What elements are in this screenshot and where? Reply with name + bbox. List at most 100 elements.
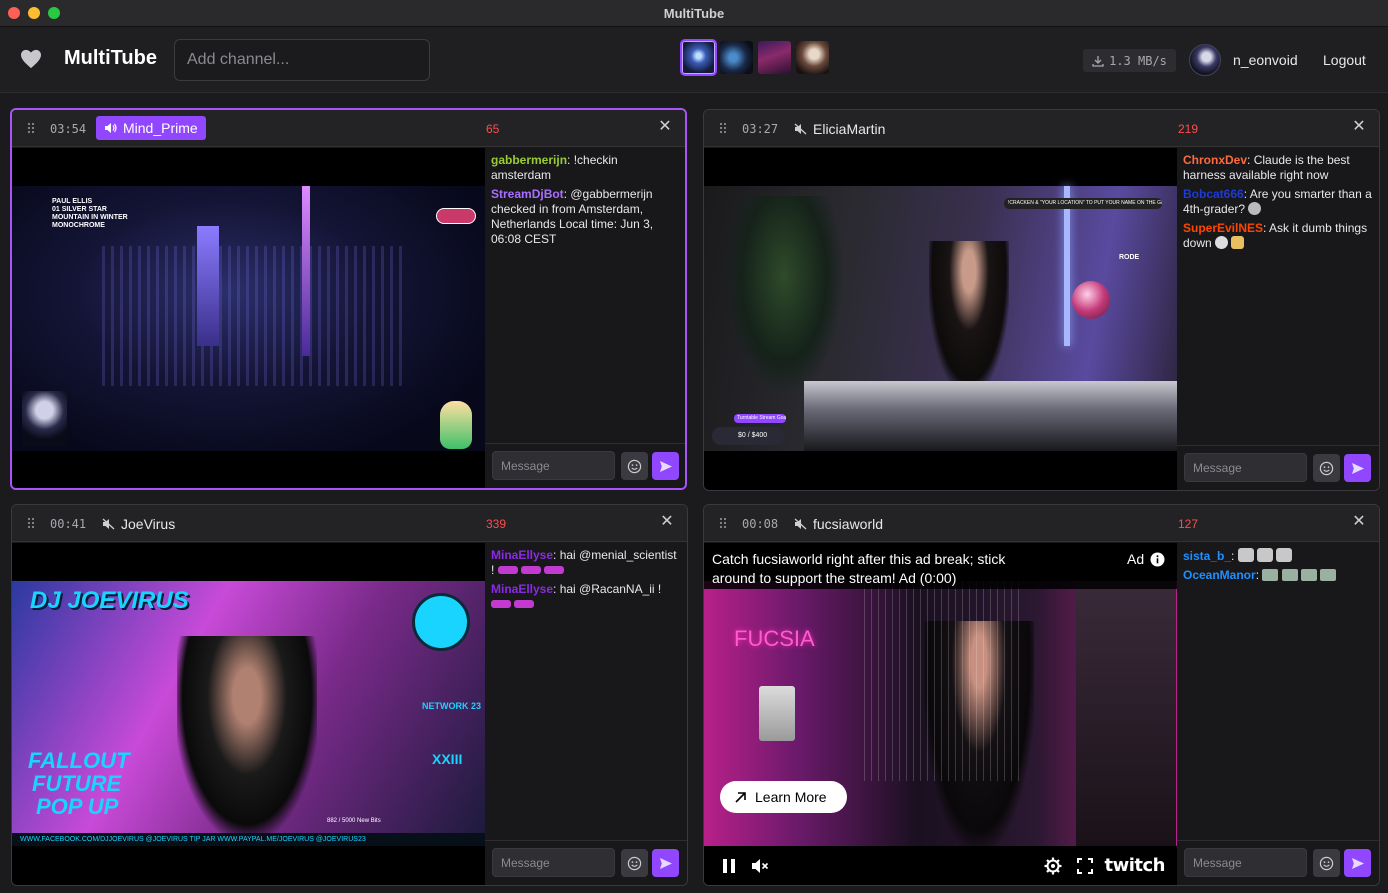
volume-on-icon[interactable]	[104, 122, 117, 134]
streamer-figure	[177, 636, 317, 836]
close-panel-button[interactable]: ✕	[659, 514, 675, 530]
volume-muted-icon[interactable]	[794, 123, 807, 135]
viewer-count: 219	[1178, 122, 1199, 136]
close-window-button[interactable]	[8, 7, 20, 19]
chat-footer	[1177, 840, 1379, 885]
elapsed-time: 03:27	[742, 122, 779, 136]
channel-name-tag[interactable]: Mind_Prime	[96, 116, 206, 140]
send-button[interactable]	[1344, 849, 1371, 877]
transfer-rate-value: 1.3 MB/s	[1109, 53, 1167, 68]
emote-icon	[491, 600, 511, 608]
chat-nick[interactable]: MinaEllyse	[491, 582, 553, 596]
emoji-button[interactable]	[621, 849, 648, 877]
chat-nick[interactable]: StreamDjBot	[491, 187, 564, 201]
send-button[interactable]	[1344, 454, 1371, 482]
fullscreen-icon[interactable]	[1076, 857, 1094, 875]
chat-nick[interactable]: Bobcat666	[1183, 187, 1244, 201]
panel-header: 00:08 fucsiaworld 127 ✕	[704, 505, 1379, 542]
chat-nick[interactable]: gabbermerijn	[491, 153, 567, 167]
emote-icon	[1237, 548, 1254, 562]
slogan-line: FUTURE	[32, 771, 122, 796]
chat-nick[interactable]: OceanManor	[1183, 568, 1256, 582]
streamer-avatar	[22, 391, 67, 446]
channel-thumb-eliciamartin[interactable]	[720, 41, 753, 74]
drag-handle-icon[interactable]	[719, 517, 727, 529]
chat-nick[interactable]: MinaEllyse	[491, 548, 553, 562]
channel-thumb-mind-prime[interactable]	[680, 39, 717, 76]
chat-message-input[interactable]	[492, 451, 615, 480]
add-channel-input[interactable]	[174, 39, 430, 81]
maximize-window-button[interactable]	[48, 7, 60, 19]
heart-icon[interactable]	[20, 49, 42, 69]
plant	[724, 196, 844, 396]
close-panel-button[interactable]: ✕	[657, 119, 673, 135]
logout-button[interactable]: Logout	[1323, 52, 1366, 68]
chat-message: MinaEllyse: hai @menial_scientist !	[491, 548, 677, 577]
chat-pane: sista_b_: OceanManor:	[1177, 543, 1379, 885]
ad-notice: Catch fucsiaworld right after this ad br…	[712, 551, 1006, 586]
chat-messages: MinaEllyse: hai @menial_scientist ! Mina…	[485, 543, 687, 621]
pause-icon[interactable]	[720, 857, 738, 875]
video-player[interactable]: !CRACKEN & "YOUR LOCATION" TO PUT YOUR N…	[704, 148, 1177, 490]
settings-gear-icon[interactable]	[1044, 857, 1062, 875]
send-button[interactable]	[652, 849, 679, 877]
channel-thumb-joevirus[interactable]	[758, 41, 791, 74]
np-artist: PAUL ELLIS	[52, 198, 93, 205]
chat-message: ChronxDev: Claude is the best harness av…	[1183, 153, 1350, 182]
emoji-button[interactable]	[621, 452, 648, 480]
username: n_eonvoid	[1233, 52, 1298, 68]
video-frame: !CRACKEN & "YOUR LOCATION" TO PUT YOUR N…	[704, 186, 1177, 451]
mute-icon[interactable]	[751, 857, 769, 875]
channel-thumb-fucsiaworld[interactable]	[796, 41, 829, 74]
drag-handle-icon[interactable]	[27, 122, 35, 134]
emote-icon	[1257, 548, 1274, 562]
viewer-count: 127	[1178, 517, 1199, 531]
close-panel-button[interactable]: ✕	[1351, 119, 1367, 135]
video-player[interactable]: PAUL ELLIS 01 SILVER STAR MOUNTAIN IN WI…	[12, 148, 485, 488]
dj-title: DJ JOEVIRUS	[30, 587, 189, 614]
chat-message: OceanManor:	[1183, 568, 1373, 583]
chat-message: StreamDjBot: @gabbermerijn checked in fr…	[491, 187, 654, 246]
video-frame: DJ JOEVIRUS NETWORK 23 XXIII FALLOUT FUT…	[12, 581, 485, 846]
chat-text: hai @RacanNA_ii !	[559, 582, 662, 596]
chat-message-input[interactable]	[1184, 848, 1307, 877]
send-button[interactable]	[652, 452, 679, 480]
chat-message-input[interactable]	[1184, 453, 1307, 482]
disco-ball	[1072, 281, 1110, 319]
window-controls	[8, 7, 60, 19]
footer-ticker: WWW.FACEBOOK.COM/DJJOEVIRUS @JOEVIRUS TI…	[12, 833, 485, 846]
drag-handle-icon[interactable]	[719, 122, 727, 134]
info-icon[interactable]	[1150, 552, 1165, 567]
drag-handle-icon[interactable]	[27, 517, 35, 529]
avatar[interactable]	[1189, 44, 1221, 76]
emote-icon	[1215, 236, 1229, 249]
chat-nick[interactable]: SuperEvilNES	[1183, 221, 1263, 235]
tower	[197, 226, 219, 346]
external-link-icon	[735, 791, 746, 803]
app-header: MultiTube 1.3 MB/s n_eonvoid Logout	[0, 27, 1388, 93]
np-album: MONOCHROME	[52, 222, 105, 229]
chat-nick[interactable]: sista_b_	[1183, 549, 1231, 563]
smiley-icon	[1319, 461, 1334, 475]
learn-more-button[interactable]: Learn More	[720, 781, 847, 813]
close-panel-button[interactable]: ✕	[1351, 514, 1367, 530]
channel-name-tag[interactable]: EliciaMartin	[794, 120, 885, 137]
channel-name-tag[interactable]: JoeVirus	[102, 515, 175, 532]
video-player[interactable]: FUCSIA Catch fucsiaworld right after thi…	[704, 543, 1177, 885]
volume-muted-icon[interactable]	[102, 518, 115, 530]
gummy-bear	[440, 401, 472, 449]
panel-header: 03:27 EliciaMartin 219 ✕	[704, 110, 1379, 147]
minimize-window-button[interactable]	[28, 7, 40, 19]
video-player[interactable]: DJ JOEVIRUS NETWORK 23 XXIII FALLOUT FUT…	[12, 543, 485, 885]
chat-message-input[interactable]	[492, 848, 615, 877]
smiley-icon	[1319, 856, 1334, 870]
ad-label: Ad	[1127, 551, 1145, 567]
emoji-button[interactable]	[1313, 849, 1340, 877]
twitch-logo[interactable]: twitch	[1105, 855, 1166, 876]
channel-name: JoeVirus	[121, 515, 176, 532]
network-label: NETWORK 23	[422, 701, 482, 711]
emoji-button[interactable]	[1313, 454, 1340, 482]
volume-muted-icon[interactable]	[794, 518, 807, 530]
channel-name-tag[interactable]: fucsiaworld	[794, 515, 883, 532]
chat-nick[interactable]: ChronxDev	[1183, 153, 1247, 167]
